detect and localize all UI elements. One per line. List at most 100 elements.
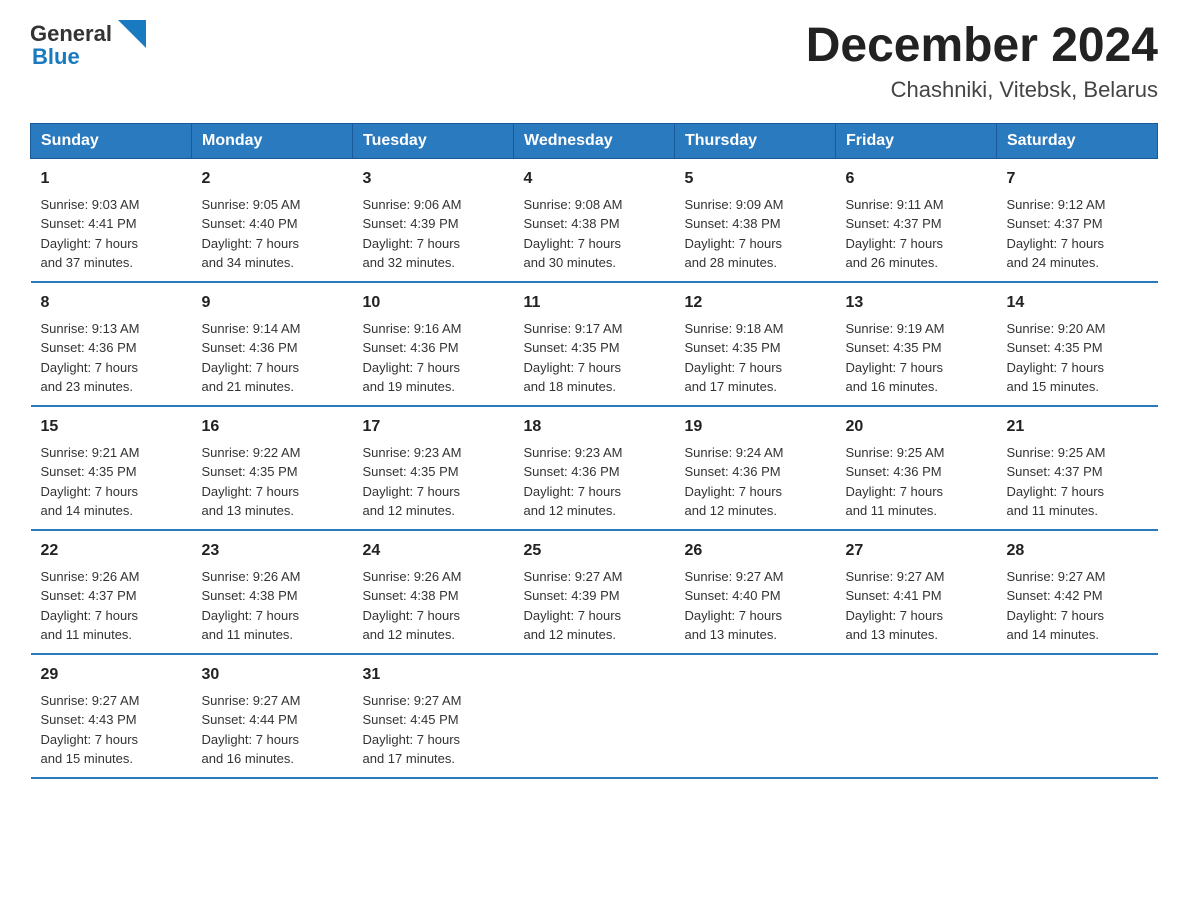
day-cell: 20Sunrise: 9:25 AM Sunset: 4:36 PM Dayli…: [836, 406, 997, 530]
day-cell: 7 Sunrise: 9:12 AM Sunset: 4:37 PM Daylig…: [997, 158, 1158, 282]
day-info: Sunrise: 9:21 AM Sunset: 4:35 PM Dayligh…: [41, 443, 182, 521]
day-number: 27: [846, 539, 987, 563]
day-info: Sunrise: 9:17 AM Sunset: 4:35 PM Dayligh…: [524, 319, 665, 397]
day-info: Sunrise: 9:26 AM Sunset: 4:38 PM Dayligh…: [363, 567, 504, 645]
day-number: 11: [524, 291, 665, 315]
calendar-table: SundayMondayTuesdayWednesdayThursdayFrid…: [30, 123, 1158, 779]
day-number: 18: [524, 415, 665, 439]
calendar-header-row: SundayMondayTuesdayWednesdayThursdayFrid…: [31, 123, 1158, 158]
day-info: Sunrise: 9:08 AM Sunset: 4:38 PM Dayligh…: [524, 195, 665, 273]
day-info: Sunrise: 9:26 AM Sunset: 4:37 PM Dayligh…: [41, 567, 182, 645]
day-info: Sunrise: 9:20 AM Sunset: 4:35 PM Dayligh…: [1007, 319, 1148, 397]
day-cell: 23Sunrise: 9:26 AM Sunset: 4:38 PM Dayli…: [192, 530, 353, 654]
day-cell: 17 Sunrise: 9:23 AM Sunset: 4:35 PM Dayli…: [353, 406, 514, 530]
day-number: 3: [363, 167, 504, 191]
location-subtitle: Chashniki, Vitebsk, Belarus: [806, 77, 1158, 103]
day-info: Sunrise: 9:13 AM Sunset: 4:36 PM Dayligh…: [41, 319, 182, 397]
day-cell: 12 Sunrise: 9:18 AM Sunset: 4:35 PM Dayli…: [675, 282, 836, 406]
day-number: 23: [202, 539, 343, 563]
day-number: 22: [41, 539, 182, 563]
day-cell: 22 Sunrise: 9:26 AM Sunset: 4:37 PM Dayli…: [31, 530, 192, 654]
day-cell: 8Sunrise: 9:13 AM Sunset: 4:36 PM Daylig…: [31, 282, 192, 406]
day-number: 2: [202, 167, 343, 191]
day-info: Sunrise: 9:12 AM Sunset: 4:37 PM Dayligh…: [1007, 195, 1148, 273]
day-info: Sunrise: 9:05 AM Sunset: 4:40 PM Dayligh…: [202, 195, 343, 273]
day-info: Sunrise: 9:19 AM Sunset: 4:35 PM Dayligh…: [846, 319, 987, 397]
day-number: 15: [41, 415, 182, 439]
day-cell: 4Sunrise: 9:08 AM Sunset: 4:38 PM Daylig…: [514, 158, 675, 282]
day-info: Sunrise: 9:06 AM Sunset: 4:39 PM Dayligh…: [363, 195, 504, 273]
day-number: 1: [41, 167, 182, 191]
week-row-3: 15 Sunrise: 9:21 AM Sunset: 4:35 PM Dayli…: [31, 406, 1158, 530]
day-cell: [997, 654, 1158, 778]
day-cell: 27 Sunrise: 9:27 AM Sunset: 4:41 PM Dayli…: [836, 530, 997, 654]
day-number: 24: [363, 539, 504, 563]
day-cell: 14 Sunrise: 9:20 AM Sunset: 4:35 PM Dayli…: [997, 282, 1158, 406]
day-info: Sunrise: 9:25 AM Sunset: 4:37 PM Dayligh…: [1007, 443, 1148, 521]
day-cell: 3 Sunrise: 9:06 AM Sunset: 4:39 PM Daylig…: [353, 158, 514, 282]
day-cell: [836, 654, 997, 778]
day-info: Sunrise: 9:27 AM Sunset: 4:41 PM Dayligh…: [846, 567, 987, 645]
header-tuesday: Tuesday: [353, 123, 514, 158]
day-number: 20: [846, 415, 987, 439]
week-row-1: 1Sunrise: 9:03 AM Sunset: 4:41 PM Daylig…: [31, 158, 1158, 282]
day-cell: 30Sunrise: 9:27 AM Sunset: 4:44 PM Dayli…: [192, 654, 353, 778]
day-number: 31: [363, 663, 504, 687]
day-cell: 24 Sunrise: 9:26 AM Sunset: 4:38 PM Dayli…: [353, 530, 514, 654]
day-cell: 19 Sunrise: 9:24 AM Sunset: 4:36 PM Dayli…: [675, 406, 836, 530]
header-wednesday: Wednesday: [514, 123, 675, 158]
day-info: Sunrise: 9:23 AM Sunset: 4:35 PM Dayligh…: [363, 443, 504, 521]
day-info: Sunrise: 9:11 AM Sunset: 4:37 PM Dayligh…: [846, 195, 987, 273]
day-number: 19: [685, 415, 826, 439]
day-number: 16: [202, 415, 343, 439]
week-row-4: 22 Sunrise: 9:26 AM Sunset: 4:37 PM Dayli…: [31, 530, 1158, 654]
page-header: General Blue December 2024 Chashniki, Vi…: [30, 20, 1158, 103]
header-friday: Friday: [836, 123, 997, 158]
day-number: 28: [1007, 539, 1148, 563]
day-info: Sunrise: 9:27 AM Sunset: 4:43 PM Dayligh…: [41, 691, 182, 769]
day-cell: 10Sunrise: 9:16 AM Sunset: 4:36 PM Dayli…: [353, 282, 514, 406]
day-cell: 26Sunrise: 9:27 AM Sunset: 4:40 PM Dayli…: [675, 530, 836, 654]
day-cell: 11 Sunrise: 9:17 AM Sunset: 4:35 PM Dayli…: [514, 282, 675, 406]
header-thursday: Thursday: [675, 123, 836, 158]
day-cell: 2 Sunrise: 9:05 AM Sunset: 4:40 PM Daylig…: [192, 158, 353, 282]
day-cell: 21Sunrise: 9:25 AM Sunset: 4:37 PM Dayli…: [997, 406, 1158, 530]
day-number: 29: [41, 663, 182, 687]
logo: General Blue: [30, 20, 146, 70]
day-number: 9: [202, 291, 343, 315]
day-info: Sunrise: 9:27 AM Sunset: 4:44 PM Dayligh…: [202, 691, 343, 769]
day-info: Sunrise: 9:22 AM Sunset: 4:35 PM Dayligh…: [202, 443, 343, 521]
day-number: 5: [685, 167, 826, 191]
day-cell: 16 Sunrise: 9:22 AM Sunset: 4:35 PM Dayli…: [192, 406, 353, 530]
day-cell: 31 Sunrise: 9:27 AM Sunset: 4:45 PM Dayli…: [353, 654, 514, 778]
day-cell: 13 Sunrise: 9:19 AM Sunset: 4:35 PM Dayli…: [836, 282, 997, 406]
day-number: 25: [524, 539, 665, 563]
day-info: Sunrise: 9:18 AM Sunset: 4:35 PM Dayligh…: [685, 319, 826, 397]
day-cell: 5 Sunrise: 9:09 AM Sunset: 4:38 PM Daylig…: [675, 158, 836, 282]
day-number: 7: [1007, 167, 1148, 191]
day-cell: 28Sunrise: 9:27 AM Sunset: 4:42 PM Dayli…: [997, 530, 1158, 654]
header-sunday: Sunday: [31, 123, 192, 158]
day-number: 13: [846, 291, 987, 315]
week-row-2: 8Sunrise: 9:13 AM Sunset: 4:36 PM Daylig…: [31, 282, 1158, 406]
day-info: Sunrise: 9:23 AM Sunset: 4:36 PM Dayligh…: [524, 443, 665, 521]
day-cell: 18 Sunrise: 9:23 AM Sunset: 4:36 PM Dayli…: [514, 406, 675, 530]
day-number: 6: [846, 167, 987, 191]
day-info: Sunrise: 9:24 AM Sunset: 4:36 PM Dayligh…: [685, 443, 826, 521]
week-row-5: 29 Sunrise: 9:27 AM Sunset: 4:43 PM Dayli…: [31, 654, 1158, 778]
day-number: 14: [1007, 291, 1148, 315]
day-info: Sunrise: 9:27 AM Sunset: 4:45 PM Dayligh…: [363, 691, 504, 769]
header-monday: Monday: [192, 123, 353, 158]
month-year-title: December 2024: [806, 20, 1158, 73]
day-number: 26: [685, 539, 826, 563]
day-cell: 25Sunrise: 9:27 AM Sunset: 4:39 PM Dayli…: [514, 530, 675, 654]
day-cell: 1Sunrise: 9:03 AM Sunset: 4:41 PM Daylig…: [31, 158, 192, 282]
logo-text-blue: Blue: [32, 44, 80, 70]
day-info: Sunrise: 9:16 AM Sunset: 4:36 PM Dayligh…: [363, 319, 504, 397]
day-cell: [514, 654, 675, 778]
day-cell: [675, 654, 836, 778]
day-info: Sunrise: 9:09 AM Sunset: 4:38 PM Dayligh…: [685, 195, 826, 273]
day-number: 12: [685, 291, 826, 315]
day-number: 17: [363, 415, 504, 439]
day-cell: 6 Sunrise: 9:11 AM Sunset: 4:37 PM Daylig…: [836, 158, 997, 282]
